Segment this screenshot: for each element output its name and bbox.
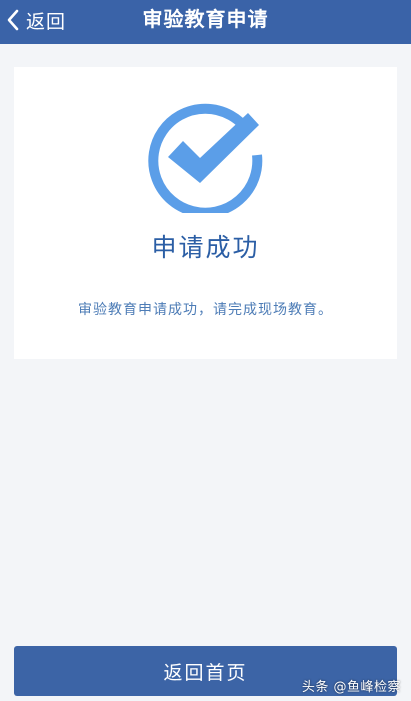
top-navigation-bar: 返回 审验教育申请 bbox=[0, 0, 411, 44]
check-circle-icon bbox=[148, 103, 263, 213]
page-title: 审验教育申请 bbox=[142, 7, 269, 31]
success-title: 申请成功 bbox=[151, 233, 260, 262]
result-card: 申请成功 审验教育申请成功，请完成现场教育。 bbox=[14, 67, 397, 359]
watermark: 头条 @鱼峰检察 bbox=[301, 680, 401, 695]
success-message: 审验教育申请成功，请完成现场教育。 bbox=[78, 302, 333, 318]
